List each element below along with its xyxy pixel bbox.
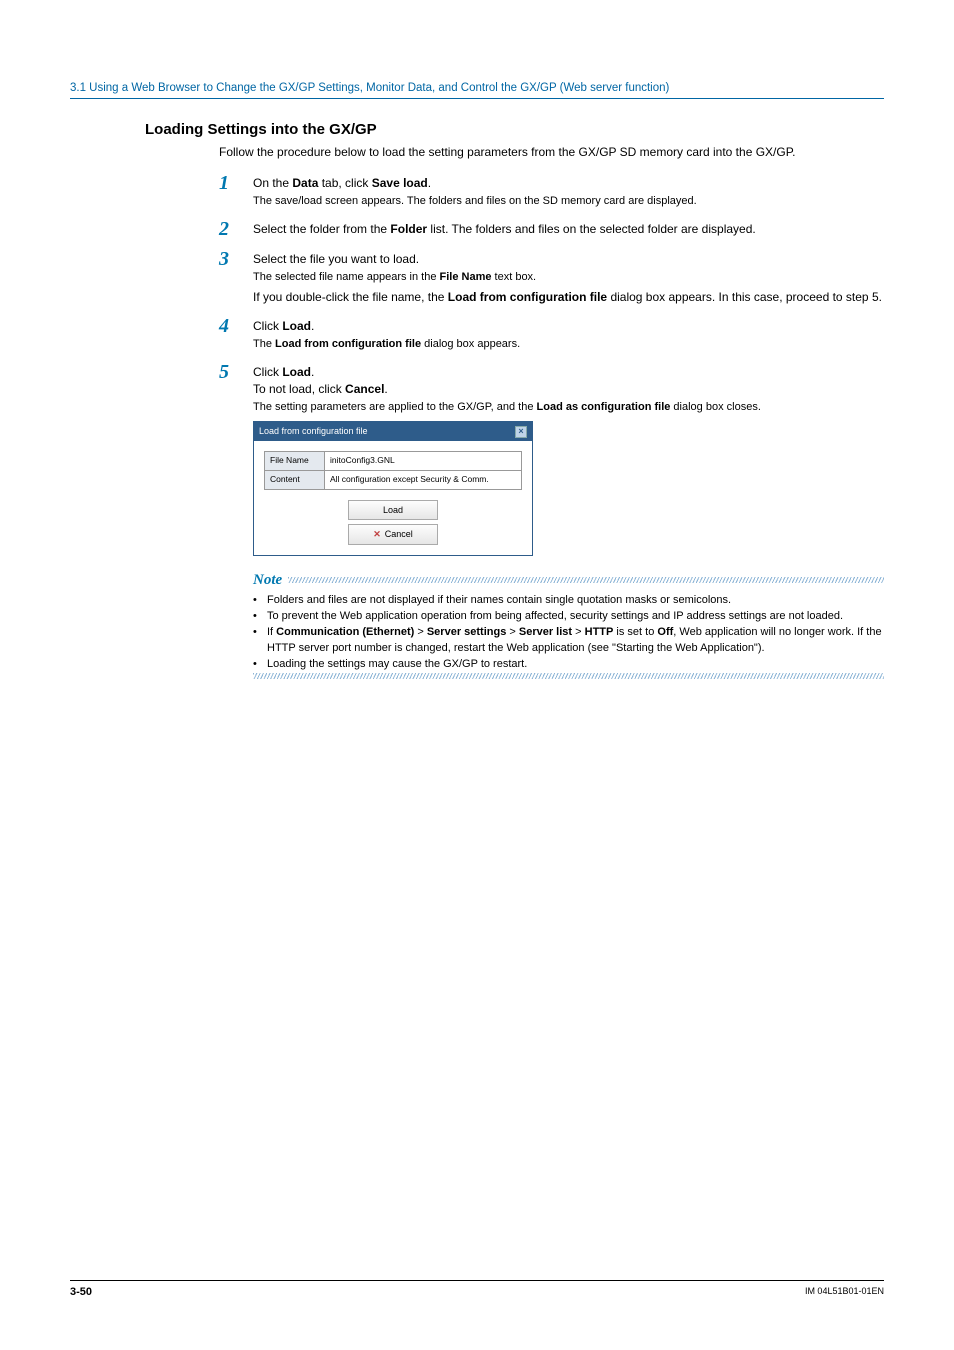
table-row: File Name initoConfig3.GNL <box>265 451 522 470</box>
step-text: On the Data tab, click Save load. <box>253 175 884 192</box>
bold: Load as configuration file <box>537 401 671 413</box>
bold: File Name <box>440 271 492 283</box>
text: Folders and files are not displayed if t… <box>267 593 884 609</box>
text: The selected file name appears in the <box>253 271 440 283</box>
text: dialog box appears. In this case, procee… <box>607 290 882 304</box>
section-intro: Follow the procedure below to load the s… <box>219 144 884 161</box>
text: Select the folder from the <box>253 222 390 236</box>
page-number: 3-50 <box>70 1285 92 1300</box>
cell-value: All configuration except Security & Comm… <box>325 470 522 489</box>
button-label: Cancel <box>385 528 413 541</box>
dialog-table: File Name initoConfig3.GNL Content All c… <box>264 451 522 490</box>
step-number: 3 <box>219 249 253 269</box>
note-header: Note <box>253 570 884 591</box>
text: > <box>414 626 427 638</box>
text: is set to <box>613 626 657 638</box>
step-text: Select the file you want to load. <box>253 251 884 268</box>
list-item: •Folders and files are not displayed if … <box>253 593 884 609</box>
step-3: 3 Select the file you want to load. The … <box>219 251 884 285</box>
text: dialog box appears. <box>421 338 520 350</box>
step-4: 4 Click Load. The Load from configuratio… <box>219 318 884 352</box>
text: > <box>506 626 519 638</box>
step-1: 1 On the Data tab, click Save load. The … <box>219 175 884 209</box>
bold: Load <box>282 319 311 333</box>
text: . <box>311 365 314 379</box>
step-subtext: The save/load screen appears. The folder… <box>253 194 884 209</box>
note-list: •Folders and files are not displayed if … <box>253 593 884 673</box>
text: To prevent the Web application operation… <box>267 609 884 625</box>
text: Click <box>253 365 282 379</box>
x-icon: ✕ <box>373 528 381 541</box>
step-subtext: The setting parameters are applied to th… <box>253 400 884 415</box>
dialog-title: Load from configuration file <box>259 425 368 438</box>
note-rule <box>288 577 884 583</box>
page-footer: 3-50 IM 04L51B01-01EN <box>70 1280 884 1300</box>
text: To not load, click <box>253 382 345 396</box>
load-button[interactable]: Load <box>348 500 438 521</box>
bold: Server list <box>519 626 572 638</box>
step-number: 4 <box>219 316 253 336</box>
bold: Data <box>292 176 318 190</box>
text: If Communication (Ethernet) > Server set… <box>267 625 884 657</box>
step-2: 2 Select the folder from the Folder list… <box>219 221 884 239</box>
step-5: 5 Click Load. To not load, click Cancel.… <box>219 364 884 415</box>
text: . <box>384 382 387 396</box>
step-text: Click Load. <box>253 364 884 381</box>
note-label: Note <box>253 570 282 591</box>
bold: Server settings <box>427 626 506 638</box>
bold: HTTP <box>585 626 614 638</box>
text: list. The folders and files on the selec… <box>427 222 756 236</box>
step-number: 5 <box>219 362 253 382</box>
bold: Off <box>657 626 673 638</box>
bold: Load from configuration file <box>448 290 607 304</box>
list-item: •To prevent the Web application operatio… <box>253 609 884 625</box>
dialog-screenshot: Load from configuration file × File Name… <box>253 421 884 556</box>
close-icon[interactable]: × <box>515 426 527 438</box>
list-item: • If Communication (Ethernet) > Server s… <box>253 625 884 657</box>
list-item: •Loading the settings may cause the GX/G… <box>253 657 884 673</box>
cell-value: initoConfig3.GNL <box>325 451 522 470</box>
text: The setting parameters are applied to th… <box>253 401 537 413</box>
step-3-extra: If you double-click the file name, the L… <box>253 289 884 306</box>
table-row: Content All configuration except Securit… <box>265 470 522 489</box>
text: tab, click <box>318 176 371 190</box>
text: Loading the settings may cause the GX/GP… <box>267 657 884 673</box>
text: If <box>267 626 276 638</box>
bold: Communication (Ethernet) <box>276 626 414 638</box>
bold: Cancel <box>345 382 384 396</box>
step-text: To not load, click Cancel. <box>253 381 884 398</box>
step-subtext: The selected file name appears in the Fi… <box>253 270 884 285</box>
page-header: 3.1 Using a Web Browser to Change the GX… <box>70 80 884 99</box>
step-text: Click Load. <box>253 318 884 335</box>
text: Click <box>253 319 282 333</box>
cell-label: Content <box>265 470 325 489</box>
section-title: Loading Settings into the GX/GP <box>145 119 884 140</box>
text: If you double-click the file name, the <box>253 290 448 304</box>
button-label: Load <box>383 504 403 517</box>
text: > <box>572 626 585 638</box>
bold: Load <box>282 365 311 379</box>
step-number: 2 <box>219 219 253 239</box>
step-subtext: The Load from configuration file dialog … <box>253 337 884 352</box>
text: On the <box>253 176 292 190</box>
doc-number: IM 04L51B01-01EN <box>805 1285 884 1300</box>
text: . <box>311 319 314 333</box>
note-rule-end <box>253 673 884 679</box>
text: dialog box closes. <box>670 401 761 413</box>
cell-label: File Name <box>265 451 325 470</box>
step-number: 1 <box>219 173 253 193</box>
text: The <box>253 338 275 350</box>
step-text: Select the folder from the Folder list. … <box>253 221 884 238</box>
text: . <box>428 176 431 190</box>
bold: Load from configuration file <box>275 338 421 350</box>
dialog-titlebar: Load from configuration file × <box>254 422 532 441</box>
bold: Save load <box>372 176 428 190</box>
cancel-button[interactable]: ✕ Cancel <box>348 524 438 545</box>
bold: Folder <box>390 222 427 236</box>
dialog: Load from configuration file × File Name… <box>253 421 533 556</box>
text: text box. <box>491 271 536 283</box>
